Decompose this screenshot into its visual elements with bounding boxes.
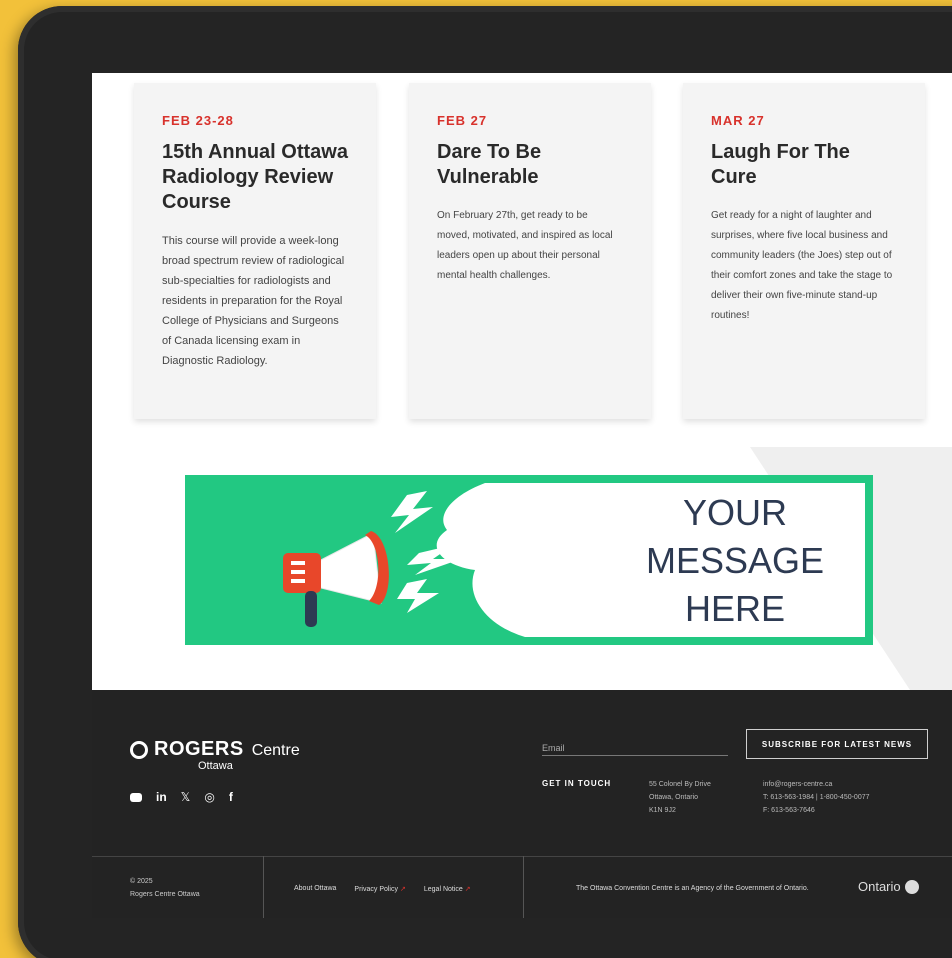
address-line-3: K1N 9J2 — [649, 807, 676, 814]
event-date: FEB 27 — [437, 113, 488, 128]
logo-sub: Centre — [251, 742, 300, 759]
event-card[interactable]: FEB 23-28 15th Annual Ottawa Radiology R… — [134, 83, 376, 419]
event-card[interactable]: FEB 27 Dare To Be Vulnerable On February… — [409, 83, 651, 419]
ontario-label: Ontario — [858, 879, 901, 894]
megaphone-icon — [283, 531, 389, 627]
footer-links: About Ottawa Privacy Policy ↗ Legal Notic… — [294, 885, 471, 893]
contact-phone: T: 613-563-1984 | 1-800-450-0077 — [763, 794, 870, 801]
contact-fax: F: 613-563-7646 — [763, 807, 815, 814]
x-icon[interactable]: 𝕏 — [181, 790, 191, 804]
copyright: © 2025 Rogers Centre Ottawa — [130, 875, 200, 901]
instagram-icon[interactable]: ◎ — [204, 790, 214, 804]
footer-divider-vertical — [523, 856, 524, 918]
rogers-centre-logo[interactable]: ROGERS Centre — [126, 736, 300, 763]
address-line-1: 55 Colonel By Drive — [649, 781, 711, 788]
device-frame: FEB 23-28 15th Annual Ottawa Radiology R… — [18, 6, 952, 958]
event-card[interactable]: MAR 27 Laugh For The Cure Get ready for … — [683, 83, 925, 419]
copyright-name: Rogers Centre Ottawa — [130, 891, 200, 898]
external-link-icon: ↗ — [400, 886, 406, 893]
address-line-2: Ottawa, Ontario — [649, 794, 699, 801]
event-description: On February 27th, get ready to be moved,… — [437, 210, 613, 281]
event-date: MAR 27 — [711, 113, 765, 128]
event-title[interactable]: 15th Annual Ottawa Radiology Review Cour… — [162, 140, 348, 215]
about-ottawa-link[interactable]: About Ottawa — [294, 885, 336, 893]
facebook-icon[interactable]: f — [229, 790, 233, 804]
banner-line-1: YOUR — [682, 492, 787, 533]
trillium-icon — [904, 879, 919, 894]
legal-notice-label: Legal Notice — [423, 886, 463, 893]
legal-notice-link[interactable]: Legal Notice ↗ — [424, 885, 471, 893]
banner-message: YOUR MESSAGE HERE — [615, 489, 855, 633]
rogers-logo-icon — [126, 736, 152, 763]
contact-email-link[interactable]: info@rogers-centre.ca — [763, 778, 870, 791]
agency-notice: The Ottawa Convention Centre is an Agenc… — [576, 885, 809, 892]
event-title[interactable]: Dare To Be Vulnerable — [437, 140, 623, 190]
event-description: This course will provide a week-long bro… — [162, 235, 345, 367]
event-date: FEB 23-28 — [162, 113, 234, 128]
website-screen: FEB 23-28 15th Annual Ottawa Radiology R… — [92, 73, 952, 918]
event-description: Get ready for a night of laughter and su… — [711, 210, 893, 321]
footer-divider — [92, 856, 952, 857]
address: 55 Colonel By Drive Ottawa, Ontario K1N … — [649, 778, 711, 817]
privacy-policy-link[interactable]: Privacy Policy ↗ — [354, 885, 405, 893]
logo-brand: ROGERS — [154, 738, 244, 760]
events-section: FEB 23-28 15th Annual Ottawa Radiology R… — [92, 73, 952, 433]
banner-line-3: HERE — [684, 588, 786, 629]
email-field[interactable] — [542, 743, 728, 753]
subscribe-button[interactable]: SUBSCRIBE FOR LATEST NEWS — [746, 729, 928, 759]
contact-info: info@rogers-centre.ca T: 613-563-1984 | … — [763, 778, 870, 817]
promo-banner[interactable]: YOUR MESSAGE HERE — [185, 475, 873, 645]
site-footer: ROGERS Centre Ottawa in 𝕏 ◎ f SUBSCRIBE … — [92, 690, 952, 918]
banner-line-2: MESSAGE — [645, 540, 825, 581]
event-title[interactable]: Laugh For The Cure — [711, 140, 897, 190]
privacy-policy-label: Privacy Policy — [354, 886, 398, 893]
linkedin-icon[interactable]: in — [156, 790, 167, 804]
youtube-icon[interactable] — [130, 792, 142, 802]
footer-divider-vertical — [263, 856, 264, 918]
external-link-icon: ↗ — [464, 886, 471, 893]
copyright-year: © 2025 — [130, 878, 153, 885]
logo-city: Ottawa — [198, 760, 233, 772]
social-links: in 𝕏 ◎ f — [130, 790, 233, 804]
email-field-wrapper — [542, 738, 728, 756]
ontario-logo[interactable]: Ontario — [858, 879, 919, 894]
get-in-touch-heading: GET IN TOUCH — [542, 779, 612, 788]
